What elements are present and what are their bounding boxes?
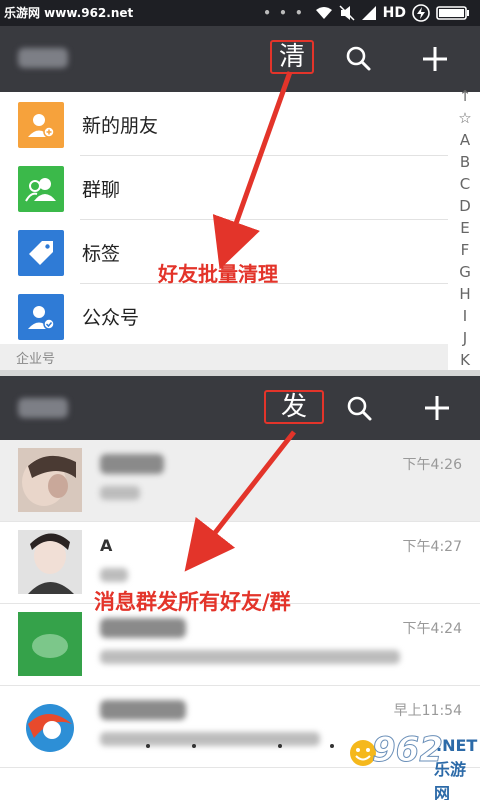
- chat-item[interactable]: 下午4:24: [0, 604, 480, 686]
- blurred-chat-preview: [100, 568, 128, 582]
- mute-icon: [339, 5, 355, 21]
- index-letter[interactable]: G: [452, 262, 478, 282]
- plus-icon[interactable]: [420, 44, 450, 74]
- index-letter[interactable]: C: [452, 174, 478, 194]
- contact-item-official-accounts[interactable]: 公众号: [0, 284, 448, 348]
- official-account-icon: [18, 294, 64, 340]
- avatar: [18, 612, 82, 676]
- contacts-app-bar: 清: [0, 26, 480, 92]
- battery-icon: [436, 6, 469, 20]
- chat-time: 下午4:24: [402, 621, 462, 637]
- group-chat-icon: [18, 166, 64, 212]
- site-watermark: 乐游网 www.962.net: [4, 6, 134, 20]
- chat-name: A: [100, 536, 113, 555]
- blurred-chat-preview: [100, 486, 140, 500]
- avatar: [18, 448, 82, 512]
- contact-label: 公众号: [82, 306, 140, 329]
- index-letter[interactable]: J: [452, 328, 478, 348]
- avatar: [18, 530, 82, 594]
- index-letter[interactable]: D: [452, 196, 478, 216]
- page-indicator: [140, 744, 350, 752]
- page-dot: [146, 744, 150, 748]
- page-dot: [278, 744, 282, 748]
- annotation-batch-clean: 好友批量清理: [158, 262, 278, 286]
- index-letter[interactable]: H: [452, 284, 478, 304]
- network-type: HD: [382, 5, 406, 21]
- search-icon[interactable]: [345, 394, 373, 422]
- contact-list: 新的朋友 群聊 标签 公众号: [0, 92, 448, 348]
- add-friend-icon: [18, 102, 64, 148]
- status-bar: 乐游网 www.962.net • • • HD: [0, 0, 480, 26]
- index-letter[interactable]: A: [452, 130, 478, 150]
- signal-icon: [361, 6, 376, 20]
- brand-number: 962: [372, 730, 444, 771]
- notification-dots-icon: • • •: [263, 6, 305, 20]
- contact-label: 新的朋友: [82, 114, 159, 137]
- avatar: [18, 694, 82, 758]
- contact-item-group-chats[interactable]: 群聊: [0, 156, 448, 220]
- chats-app-bar: 发: [0, 376, 480, 440]
- contact-item-new-friends[interactable]: 新的朋友: [0, 92, 448, 156]
- contact-label: 群聊: [82, 178, 121, 201]
- annotation-broadcast: 消息群发所有好友/群: [94, 590, 291, 614]
- section-header-enterprise: 企业号: [0, 344, 448, 370]
- index-letter[interactable]: I: [452, 306, 478, 326]
- blurred-chat-name: [100, 454, 164, 474]
- index-letter[interactable]: K: [452, 350, 478, 370]
- index-letter[interactable]: E: [452, 218, 478, 238]
- blurred-chat-name: [100, 700, 186, 720]
- chat-time: 早上11:54: [393, 703, 462, 719]
- status-indicators: • • • HD: [263, 3, 470, 23]
- section-header-label: 企业号: [16, 352, 56, 367]
- page-dot: [192, 744, 196, 748]
- chat-time: 下午4:26: [402, 457, 462, 473]
- index-letter[interactable]: ☆: [452, 108, 478, 128]
- search-icon[interactable]: [344, 44, 372, 72]
- blurred-chat-name: [100, 618, 186, 638]
- page-dot: [330, 744, 334, 748]
- alphabet-index-bar[interactable]: ↑ ☆ A B C D E F G H I J K: [452, 86, 478, 374]
- blurred-chat-preview: [100, 650, 400, 664]
- index-letter[interactable]: F: [452, 240, 478, 260]
- chat-time: 下午4:27: [402, 539, 462, 555]
- clean-button[interactable]: 清: [270, 40, 314, 74]
- brand-suffix: .NET: [436, 736, 478, 755]
- broadcast-button[interactable]: 发: [264, 390, 324, 424]
- plus-icon[interactable]: [422, 393, 452, 423]
- brand-logo: 962 .NET 乐游网: [348, 728, 478, 800]
- index-letter[interactable]: B: [452, 152, 478, 172]
- blurred-title: [18, 398, 68, 418]
- charging-icon: [412, 4, 430, 22]
- wifi-icon: [315, 7, 332, 19]
- brand-cn: 乐游网: [434, 760, 467, 800]
- tag-icon: [18, 230, 64, 276]
- contact-label: 标签: [82, 242, 121, 265]
- chat-item[interactable]: 下午4:26: [0, 440, 480, 522]
- blurred-title: [18, 48, 68, 68]
- index-letter[interactable]: ↑: [452, 86, 478, 106]
